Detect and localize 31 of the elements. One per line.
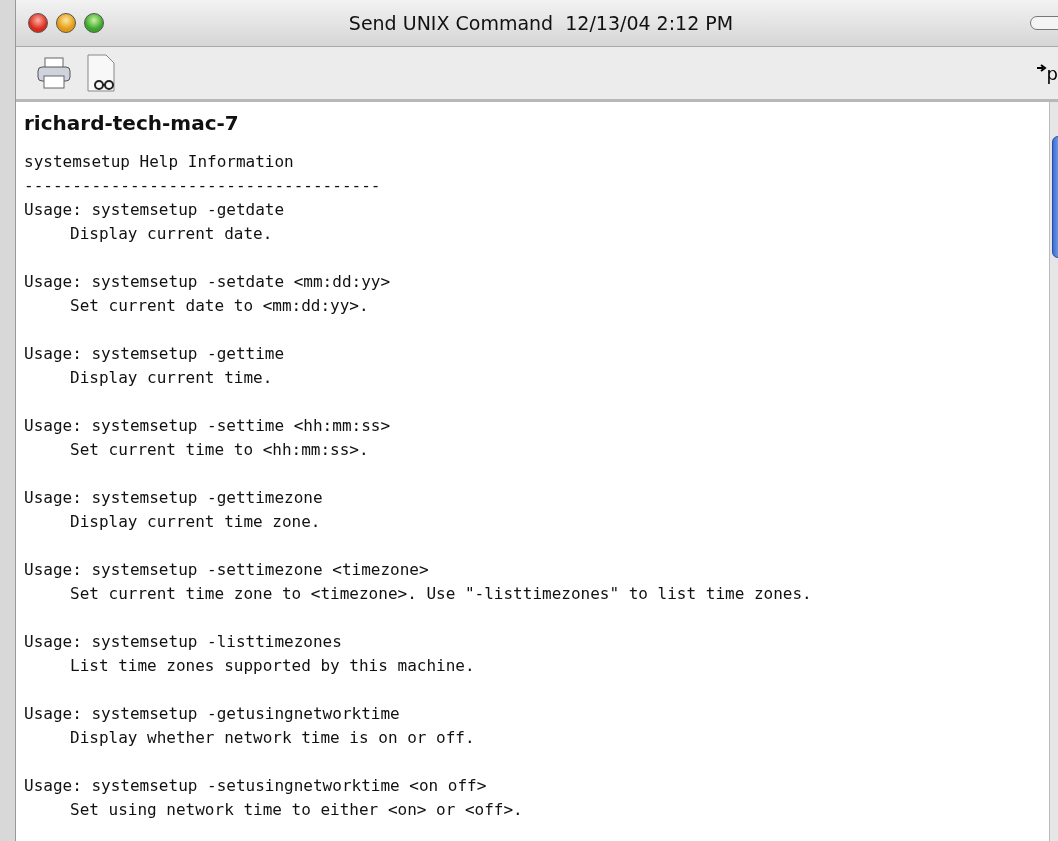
description-line: Display whether network time is on or off. [69,727,476,749]
description-line: Set current date to <mm:dd:yy>. [69,295,370,317]
description-line: Set current time zone to <timezone>. Use "-listtimezones" to list time zones. [69,583,813,605]
minimize-button[interactable] [56,13,76,33]
usage-line: Usage: systemsetup -gettimezone [24,487,324,509]
printer-icon[interactable] [36,56,72,90]
usage-line: Usage: systemsetup -listtimezones [24,631,343,653]
usage-line: Usage: systemsetup -settimezone <timezone> [24,559,430,581]
description-line: Display current time zone. [69,511,322,533]
description-line: Set current time to <hh:mm:ss>. [69,439,370,461]
toolbar-toggle-button[interactable] [1030,16,1058,30]
separator-line: ------------------------------------- [24,175,382,197]
arrow-icon [1036,62,1047,73]
description-line: Display current date. [69,223,274,245]
description-line: List time zones supported by this machine. [69,655,476,677]
description-line: Set using network time to either <on> or <off>. [69,799,524,821]
usage-line: Usage: systemsetup -gettime [24,343,286,365]
toolbar-label: p [1046,62,1058,84]
help-heading: systemsetup Help Information [24,151,295,173]
description-line: Display current time. [69,367,274,389]
zoom-button[interactable] [84,13,104,33]
scroll-bar[interactable] [1049,102,1058,841]
usage-line: Usage: systemsetup -getusingnetworktime [24,703,401,725]
close-button[interactable] [28,13,48,33]
usage-line: Usage: systemsetup -getdate [24,199,286,221]
usage-line: Usage: systemsetup -settime <hh:mm:ss> [24,415,392,437]
usage-line: Usage: systemsetup -setdate <mm:dd:yy> [24,271,392,293]
document-glasses-icon[interactable] [86,54,118,92]
host-name: richard-tech-mac-7 [24,110,240,137]
window-title: Send UNIX Command 12/13/04 2:12 PM [348,12,734,34]
usage-line: Usage: systemsetup -setusingnetworktime <on off> [24,775,488,797]
